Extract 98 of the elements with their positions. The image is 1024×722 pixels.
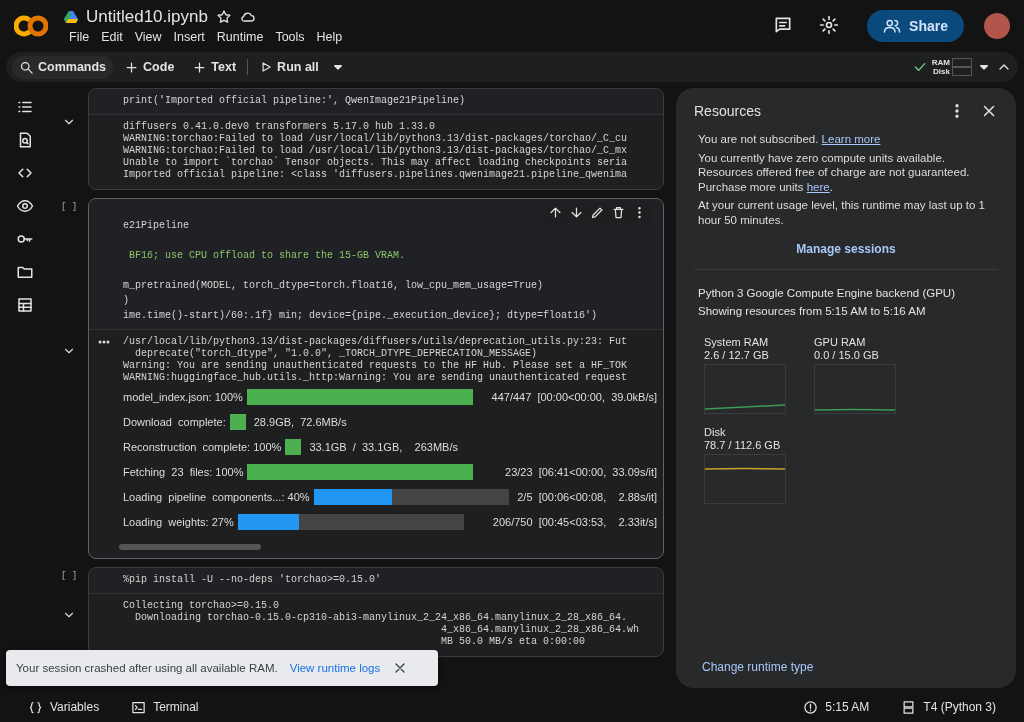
progress-stats: 33.1GB / 33.1GB, 263MB/s bbox=[309, 440, 458, 453]
menu-item[interactable]: File bbox=[64, 29, 95, 45]
output-line: WARNING:torchao:Failed to load /usr/local/lib/python3.13/dist-packages/torchao/_C_cu bbox=[123, 133, 629, 145]
plus-icon bbox=[192, 59, 208, 75]
edit-pencil-icon[interactable] bbox=[590, 205, 605, 220]
output-line: Downloading torchao-0.15.0-cp310-abi3-manylinux_2_24_x86_64.manylinux_2_28_x86_64. bbox=[134, 612, 629, 624]
info-text: You currently have zero compute units available. Resources offered free of charge are not guaranteed. Purchase more units here. bbox=[698, 150, 971, 194]
move-down-icon[interactable] bbox=[569, 205, 584, 220]
change-runtime-link[interactable]: Change runtime type bbox=[702, 660, 998, 674]
resource-indicator[interactable]: RAM Disk bbox=[931, 58, 972, 76]
avatar[interactable] bbox=[984, 13, 1010, 39]
output-line: Imported official pipeline: <class 'diffusers.pipelines.qwenimage21.pipeline_qwenima bbox=[123, 169, 629, 181]
time-range-text: Showing resources from 5:15 AM to 5:16 AM bbox=[698, 304, 927, 319]
plus-icon bbox=[124, 59, 140, 75]
code-comment: BF16; use CPU offload to share the 15-GB VRAM. bbox=[128, 249, 407, 263]
share-button[interactable]: Share bbox=[867, 10, 964, 42]
output-line: Unable to import `torchao` Tensor objects. This may affect loading checkpoints seria bbox=[123, 157, 629, 169]
panel-title: Resources bbox=[694, 103, 762, 119]
notebook-cell[interactable] bbox=[88, 198, 664, 559]
toolbar-button[interactable]: Commands bbox=[12, 55, 114, 79]
notebook-title[interactable]: Untitled10.ipynb bbox=[86, 7, 208, 27]
progress-stats: 206/750 [00:45<03:53, 2.33it/s] bbox=[491, 515, 657, 528]
info-link[interactable]: Learn more bbox=[821, 133, 881, 145]
move-up-icon[interactable] bbox=[548, 205, 563, 220]
table-icon[interactable] bbox=[16, 296, 34, 314]
menu-item[interactable]: Insert bbox=[168, 29, 210, 45]
scrollbar-thumb[interactable] bbox=[119, 544, 261, 550]
info-text: You are not subscribed. Learn more bbox=[698, 132, 882, 147]
progress-label: Download complete: bbox=[123, 415, 226, 428]
eye-icon[interactable] bbox=[16, 197, 34, 215]
toolbar-button[interactable]: Code bbox=[117, 55, 182, 79]
progress-percent: 100% bbox=[214, 465, 244, 478]
more-icon[interactable] bbox=[98, 340, 110, 344]
progress-percent: 27% bbox=[210, 515, 234, 528]
server-icon bbox=[901, 699, 917, 715]
meter-reading: 2.6 / 12.7 GB bbox=[704, 349, 770, 362]
output-line: Warning: You are sending unauthenticated requests to the HF Hub. Please set a HF_TOK bbox=[123, 360, 629, 372]
progress-label: Loading weights: bbox=[123, 515, 209, 528]
code-line: ime.time()-start)/60:.1f} min; device={pipe._execution_device}; dtype=float16') bbox=[123, 309, 599, 323]
runtime-button[interactable]: T4 (Python 3) bbox=[895, 698, 1002, 716]
code-line: %pip install -U --no-deps 'torchao>=0.15.0' bbox=[123, 573, 383, 587]
execution-count: [ ] bbox=[60, 571, 78, 581]
delete-icon[interactable] bbox=[611, 205, 626, 220]
menu-item[interactable]: Runtime bbox=[211, 29, 269, 45]
logo-icon[interactable] bbox=[14, 13, 48, 39]
toast-message: Your session crashed after using all available RAM. bbox=[16, 662, 278, 674]
toolbar-button[interactable]: Run all bbox=[252, 56, 326, 78]
menu-item[interactable]: Edit bbox=[96, 29, 128, 45]
braces-icon bbox=[28, 699, 43, 715]
progress-stats: 23/23 [06:41<00:00, 33.09s/it] bbox=[504, 465, 657, 478]
toolbar-button[interactable]: Text bbox=[185, 55, 244, 79]
info-text: At your current usage level, this runtime may last up to 1 hour 50 minutes. bbox=[698, 198, 986, 227]
progress-label: Reconstruction complete: bbox=[123, 440, 251, 453]
output-line: Collecting torchao>=0.15.0 bbox=[123, 600, 281, 612]
menu-item[interactable]: View bbox=[129, 29, 167, 45]
code-line: e21Pipeline bbox=[123, 219, 190, 233]
status-bar-button[interactable]: Terminal bbox=[125, 698, 205, 716]
terminal-icon bbox=[131, 699, 147, 715]
execution-count: [ ] bbox=[60, 202, 78, 212]
output-line: 4_x86_64.manylinux_2_28_x86_64.wh bbox=[440, 624, 641, 636]
progress-stats: 2/5 [00:06<00:08, 2.88s/it] bbox=[516, 490, 657, 503]
code-line: print('Imported official pipeline:', QwenImage21Pipeline) bbox=[123, 94, 467, 108]
progress-label: Loading pipeline components...: bbox=[123, 490, 285, 503]
progress-label: model_index.json: bbox=[123, 390, 212, 403]
star-icon[interactable] bbox=[215, 9, 232, 25]
status-bar-button[interactable]: Variables bbox=[22, 698, 106, 716]
progress-percent: 100% bbox=[213, 390, 243, 403]
menu-item[interactable]: Help bbox=[311, 29, 348, 45]
code-line: ) bbox=[123, 294, 130, 308]
meter-label: GPU RAM bbox=[814, 336, 867, 349]
notebook-cell[interactable] bbox=[88, 88, 664, 190]
meter-label: Disk bbox=[704, 426, 727, 439]
output-line: deprecate("torch_dtype", "1.0.0", _TORCH_DTYPE_DEPRECATION_MESSAGE) bbox=[134, 348, 539, 360]
output-line: WARNING:huggingface_hub.utils._http:Warning: You are sending unauthenticated request bbox=[123, 372, 629, 384]
alert-icon bbox=[803, 699, 819, 715]
status-time[interactable]: 5:15 AM bbox=[797, 698, 876, 716]
menu-item[interactable]: Tools bbox=[270, 29, 310, 45]
output-line: diffusers 0.41.0.dev0 transformers 5.17.0 hub 1.33.0 bbox=[123, 121, 437, 133]
backend-text: Python 3 Google Compute Engine backend (GPU) bbox=[698, 286, 956, 301]
notebook-cell[interactable] bbox=[88, 567, 664, 657]
info-link[interactable]: here bbox=[806, 180, 830, 193]
output-line: /usr/local/lib/python3.13/dist-packages/diffusers/utils/deprecation_utils.py:23: Fut bbox=[123, 336, 629, 348]
view-logs-link[interactable]: View runtime logs bbox=[289, 662, 381, 674]
output-line: MB 50.0 MB/s eta 0:00:00 bbox=[440, 636, 587, 648]
code-line: m_pretrained(MODEL, torch_dtype=torch.float16, low_cpu_mem_usage=True) bbox=[123, 279, 545, 293]
progress-stats: 447/447 [00:00<00:00, 39.0kB/s] bbox=[490, 390, 657, 403]
meter-reading: 78.7 / 112.6 GB bbox=[704, 439, 782, 452]
progress-percent: 40% bbox=[286, 490, 310, 503]
meter-label: System RAM bbox=[704, 336, 770, 349]
people-icon bbox=[883, 17, 902, 35]
search-icon bbox=[19, 59, 34, 75]
meter-reading: 0.0 / 15.0 GB bbox=[814, 349, 880, 362]
manage-sessions-link[interactable]: Manage sessions bbox=[790, 241, 902, 257]
drive-icon bbox=[64, 11, 78, 23]
output-line: WARNING:torchao:Failed to load /usr/local/lib/python3.13/dist-packages/torchao/_C_mx bbox=[123, 145, 629, 156]
progress-stats: 28.9GB, 72.6MB/s bbox=[253, 415, 347, 428]
progress-percent: 100% bbox=[252, 440, 282, 453]
progress-label: Fetching 23 files: bbox=[123, 465, 213, 478]
